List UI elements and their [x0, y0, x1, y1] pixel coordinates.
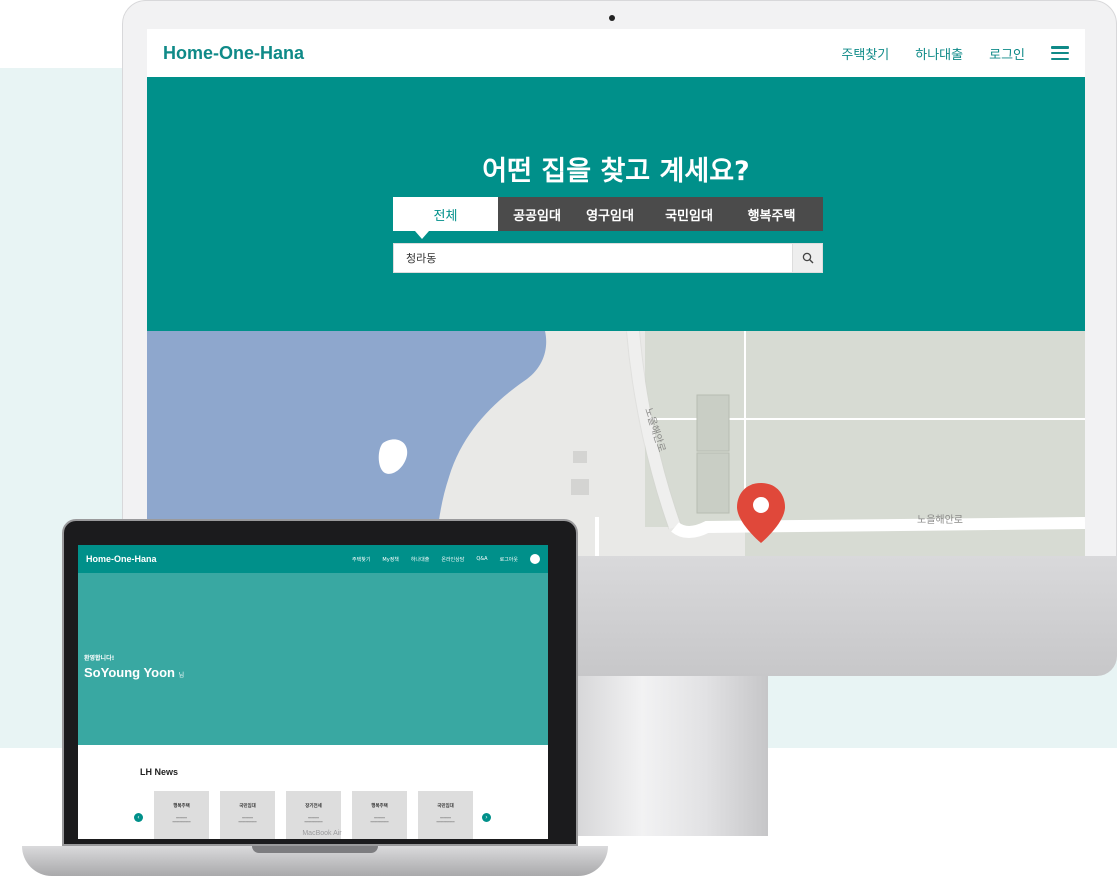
mb-welcome-hero: 환영합니다! SoYoung Yoon 님	[78, 573, 548, 745]
mb-nav-my-policy[interactable]: My정책	[382, 556, 398, 563]
mb-nav-logout[interactable]: 로그아웃	[500, 556, 518, 563]
housing-type-tabs: 전체 공공임대 영구임대 국민임대 행복주택	[393, 197, 823, 239]
mb-nav-find-house[interactable]: 주택찾기	[352, 556, 370, 563]
page: Home-One-Hana 주택찾기 하나대출 로그인 어떤 집을 찾고 계세요…	[0, 0, 1117, 894]
mb-site-nav: 주택찾기 My정책 하나대출 온라인상담 Q&A 로그아웃	[352, 554, 540, 564]
mb-nav-online-consult[interactable]: 온라인상담	[441, 556, 464, 563]
news-card-body: ━━━━━━ ━━━━━━━━━━	[304, 816, 323, 824]
macbook-lid: Home-One-Hana 주택찾기 My정책 하나대출 온라인상담 Q&A 로…	[62, 519, 578, 846]
search-input[interactable]	[394, 244, 792, 272]
search-icon	[802, 252, 813, 264]
news-card-body: ━━━━━━ ━━━━━━━━━━	[370, 816, 389, 824]
macbook-base	[22, 846, 608, 876]
nav-hana-loan[interactable]: 하나대출	[915, 44, 963, 63]
hero-title: 어떤 집을 찾고 계세요?	[482, 156, 750, 187]
avatar[interactable]	[530, 554, 540, 564]
site-logo[interactable]: Home-One-Hana	[163, 43, 304, 64]
road-label: 노을해안로	[917, 513, 963, 526]
macbook-device: Home-One-Hana 주택찾기 My정책 하나대출 온라인상담 Q&A 로…	[22, 519, 608, 894]
tab-public-rental[interactable]: 공공임대	[498, 197, 576, 231]
hamburger-menu-icon[interactable]	[1051, 46, 1069, 60]
mb-welcome-text: 환영합니다!	[84, 655, 115, 662]
tab-happy-housing[interactable]: 행복주택	[734, 197, 809, 231]
news-card-body: ━━━━━━ ━━━━━━━━━━	[172, 816, 191, 824]
mb-user-name-suffix: 님	[178, 673, 185, 679]
nav-find-house[interactable]: 주택찾기	[841, 44, 889, 63]
mb-nav-hana-loan[interactable]: 하나대출	[411, 556, 429, 563]
tab-national-rental[interactable]: 국민임대	[644, 197, 734, 231]
site-header: Home-One-Hana 주택찾기 하나대출 로그인	[147, 29, 1085, 77]
tab-all[interactable]: 전체	[393, 197, 498, 239]
nav-login[interactable]: 로그인	[989, 44, 1025, 63]
chevron-right-icon[interactable]: ›	[482, 813, 491, 822]
search-hero: 어떤 집을 찾고 계세요? 전체 공공임대 영구임대 국민임대 행복주택	[147, 77, 1085, 331]
device-label: MacBook Air	[302, 830, 342, 837]
news-card-title: 장기전세	[305, 804, 322, 809]
mb-news-title: LH News	[140, 767, 179, 777]
news-card-title: 국민임대	[437, 804, 454, 809]
camera-icon	[609, 15, 615, 21]
news-card-title: 행복주택	[173, 804, 190, 809]
search-button[interactable]	[792, 244, 822, 272]
mb-site-logo[interactable]: Home-One-Hana	[86, 554, 157, 564]
imac-bezel: Home-One-Hana 주택찾기 하나대출 로그인 어떤 집을 찾고 계세요…	[122, 0, 1117, 580]
chevron-left-icon[interactable]: ‹	[134, 813, 143, 822]
mb-user-name-text: SoYoung Yoon	[84, 665, 175, 680]
macbook-screen: Home-One-Hana 주택찾기 My정책 하나대출 온라인상담 Q&A 로…	[78, 545, 548, 839]
news-card-body: ━━━━━━ ━━━━━━━━━━	[436, 816, 455, 824]
macbook-notch	[252, 846, 378, 853]
site-nav: 주택찾기 하나대출 로그인	[841, 44, 1069, 63]
news-card-title: 국민임대	[239, 804, 256, 809]
mb-nav-qna[interactable]: Q&A	[476, 556, 487, 562]
mb-user-name: SoYoung Yoon 님	[84, 665, 184, 680]
news-card-body: ━━━━━━ ━━━━━━━━━━	[238, 816, 257, 824]
mb-site-header: Home-One-Hana 주택찾기 My정책 하나대출 온라인상담 Q&A 로…	[78, 545, 548, 573]
search-bar	[393, 243, 823, 273]
news-card-title: 행복주택	[371, 804, 388, 809]
imac-screen: Home-One-Hana 주택찾기 하나대출 로그인 어떤 집을 찾고 계세요…	[147, 29, 1085, 557]
tab-permanent-rental[interactable]: 영구임대	[576, 197, 644, 231]
